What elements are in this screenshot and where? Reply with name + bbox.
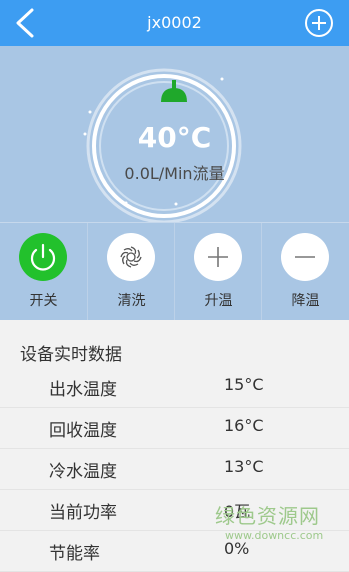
shower-icon: [161, 80, 187, 102]
power-control[interactable]: 开关: [0, 223, 87, 321]
clean-control[interactable]: 清洗: [87, 223, 175, 321]
clean-swirl-icon: [120, 246, 142, 268]
control-bar: 开关 清洗 升温 降温: [0, 222, 349, 321]
add-device-button[interactable]: [305, 9, 333, 37]
data-row-cold-temp: 冷水温度 13°C: [0, 448, 349, 490]
row-value: 16°C: [224, 416, 264, 435]
watermark-url: www.downcc.com: [225, 529, 324, 542]
power-label: 开关: [29, 293, 58, 309]
minus-icon: [295, 256, 315, 258]
data-row-outlet-temp: 出水温度 15°C: [0, 366, 349, 408]
temperature-value: 40°C: [137, 121, 212, 154]
temp-up-button[interactable]: [194, 233, 242, 281]
clean-button[interactable]: [107, 233, 155, 281]
row-label: 当前功率: [49, 503, 117, 523]
power-button[interactable]: [19, 233, 67, 281]
row-label: 节能率: [49, 544, 100, 564]
row-label: 回收温度: [49, 421, 117, 441]
flow-rate: 0.0L/Min流量: [124, 164, 225, 183]
page-title: jx0002: [147, 13, 202, 32]
watermark-text: 绿色资源网: [215, 504, 320, 528]
top-bar: jx0002: [0, 0, 349, 46]
temp-down-button[interactable]: [281, 233, 329, 281]
section-title: 设备实时数据: [20, 345, 122, 365]
temp-up-label: 升温: [204, 293, 233, 309]
row-value: 13°C: [224, 457, 264, 476]
temp-up-control[interactable]: 升温: [174, 223, 262, 321]
row-label: 冷水温度: [49, 462, 117, 482]
power-icon: [30, 243, 56, 271]
clean-label: 清洗: [117, 293, 146, 309]
gauge-panel: 40°C 0.0L/Min流量: [0, 46, 349, 224]
temp-down-label: 降温: [291, 293, 320, 309]
plus-icon: [208, 247, 228, 267]
row-value: 15°C: [224, 375, 264, 394]
row-label: 出水温度: [49, 380, 117, 400]
data-row-return-temp: 回收温度 16°C: [0, 407, 349, 449]
temp-down-control[interactable]: 降温: [261, 223, 349, 321]
